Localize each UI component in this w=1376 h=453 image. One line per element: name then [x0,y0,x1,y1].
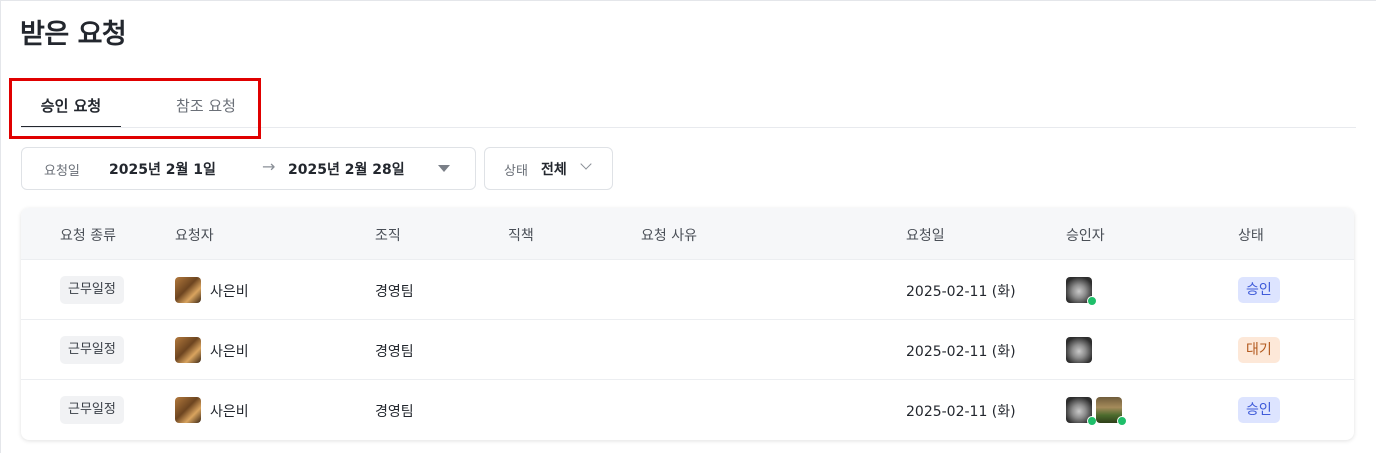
column-header-reason: 요청 사유 [641,228,697,244]
date-to-value[interactable]: 2025년 2월 28일 [288,159,405,179]
approved-check-icon [1087,296,1097,306]
request-date: 2025-02-11 (화) [906,284,1016,300]
column-header-org: 조직 [375,228,401,244]
requester-name: 사은비 [210,344,249,360]
requests-table: 요청 종류 요청자 조직 직책 요청 사유 요청일 승인자 상태 근무일정 사은… [21,208,1354,440]
table-row[interactable]: 근무일정 사은비 경영팀 2025-02-11 (화) 승인 [21,380,1354,440]
date-from-value[interactable]: 2025년 2월 1일 [109,159,216,179]
org-name: 경영팀 [375,344,414,360]
column-header-approver: 승인자 [1066,228,1105,244]
status-badge: 승인 [1238,397,1280,423]
status-badge: 승인 [1238,277,1280,303]
caret-down-icon[interactable] [438,165,450,172]
table-row[interactable]: 근무일정 사은비 경영팀 2025-02-11 (화) 승인 [21,260,1354,320]
request-type-chip: 근무일정 [60,396,124,424]
request-date: 2025-02-11 (화) [906,404,1016,420]
table-row[interactable]: 근무일정 사은비 경영팀 2025-02-11 (화) 대기 [21,320,1354,380]
org-name: 경영팀 [375,284,414,300]
org-name: 경영팀 [375,404,414,420]
requester-name: 사은비 [210,404,249,420]
status-filter[interactable]: 상태 전체 [484,147,613,190]
requester-avatar [175,337,201,363]
tabs-highlight-box [9,78,261,139]
column-header-requester: 요청자 [175,228,214,244]
requester-avatar [175,277,201,303]
requester-name: 사은비 [210,284,249,300]
approver-avatar [1066,337,1092,363]
status-filter-value: 전체 [541,162,567,178]
column-header-date: 요청일 [906,228,945,244]
table-header: 요청 종류 요청자 조직 직책 요청 사유 요청일 승인자 상태 [21,208,1354,260]
page-title: 받은 요청 [20,19,127,50]
arrow-right-icon: → [262,157,276,176]
column-header-position: 직책 [508,228,534,244]
date-filter-label: 요청일 [44,164,80,179]
approved-check-icon [1117,416,1127,426]
chevron-down-icon [580,158,592,170]
request-date: 2025-02-11 (화) [906,344,1016,360]
status-filter-label: 상태 [504,164,528,179]
date-range-filter[interactable]: 요청일 2025년 2월 1일 → 2025년 2월 28일 [21,147,476,190]
column-header-type: 요청 종류 [60,228,116,244]
column-header-status: 상태 [1238,228,1264,244]
request-type-chip: 근무일정 [60,276,124,304]
requester-avatar [175,397,201,423]
request-type-chip: 근무일정 [60,336,124,364]
status-badge: 대기 [1238,337,1280,363]
